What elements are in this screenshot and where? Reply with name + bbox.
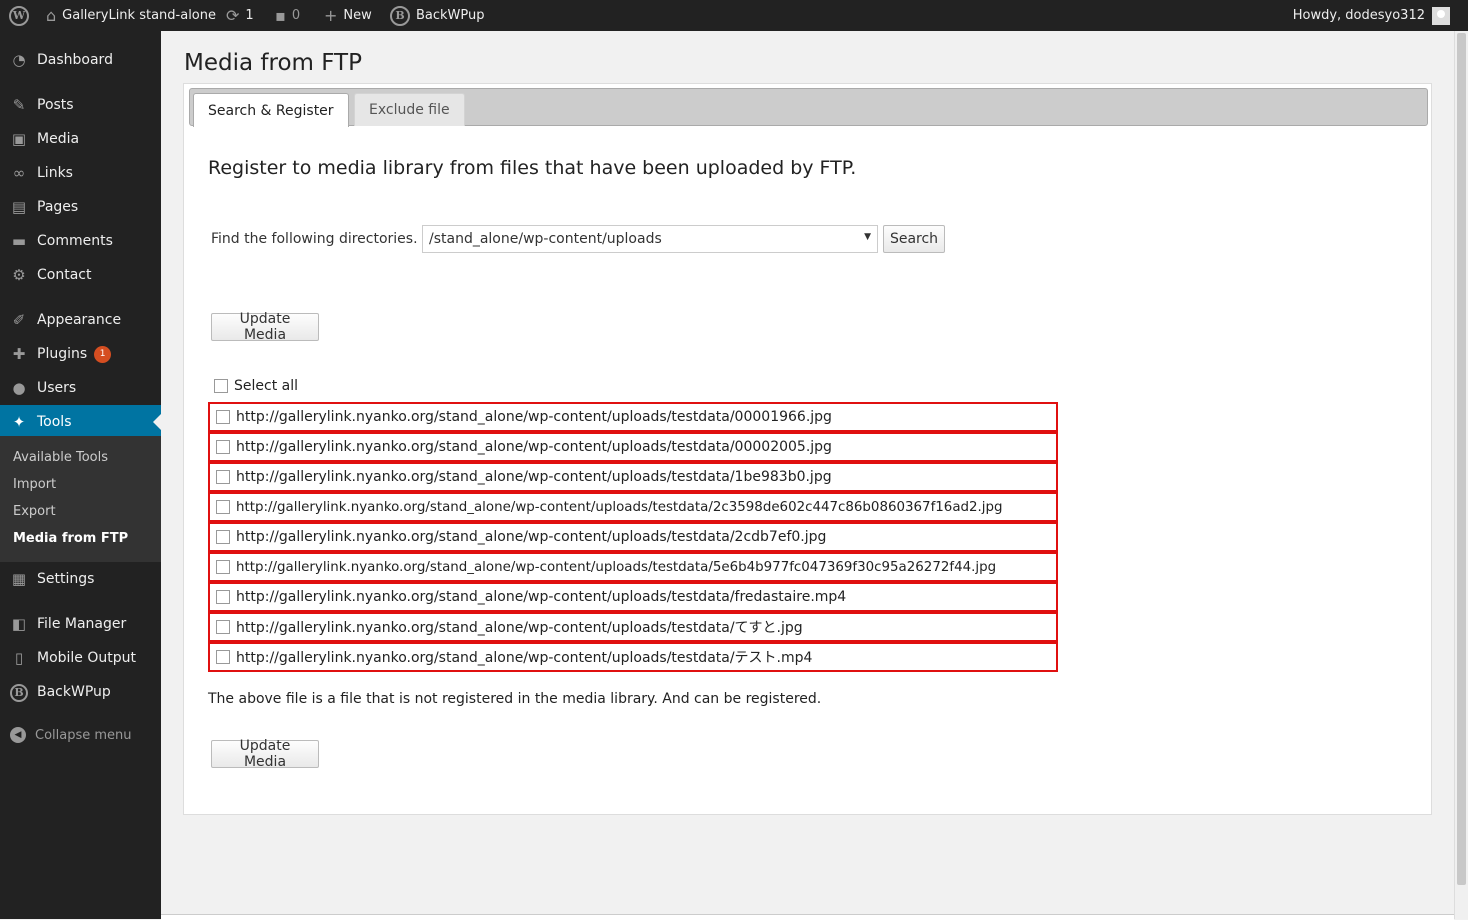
file-url: http://gallerylink.nyanko.org/stand_alon… <box>236 650 813 666</box>
update-media-button-bottom[interactable]: Update Media <box>211 738 319 770</box>
file-url: http://gallerylink.nyanko.org/stand_alon… <box>236 620 803 636</box>
wrench-icon: ✦ <box>12 413 26 431</box>
backwpup-link[interactable]: B BackWPup <box>390 0 485 31</box>
link-icon: ∞ <box>12 164 26 182</box>
page-title: Media from FTP <box>184 50 362 76</box>
file-url: http://gallerylink.nyanko.org/stand_alon… <box>236 439 832 455</box>
update-media-button-top[interactable]: Update Media <box>211 311 319 343</box>
backwpup-icon: B <box>10 682 28 702</box>
sidebar-item-media[interactable]: ▣ Media <box>0 122 161 156</box>
file-row: http://gallerylink.nyanko.org/stand_alon… <box>208 582 1058 612</box>
submenu-available-tools[interactable]: Available Tools <box>13 450 108 465</box>
file-row: http://gallerylink.nyanko.org/stand_alon… <box>208 402 1058 432</box>
tab-search-register[interactable]: Search & Register <box>193 93 349 127</box>
collapse-menu-button[interactable]: ◀ Collapse menu <box>10 727 132 743</box>
site-name-link[interactable]: ⌂ GalleryLink stand-alone <box>46 0 216 31</box>
comments-link[interactable]: ▪ 0 <box>275 0 300 31</box>
sidebar-item-mobile-output[interactable]: ▯ Mobile Output <box>0 641 161 675</box>
select-all-row: Select all <box>214 378 298 394</box>
sidebar-item-posts[interactable]: ✎ Posts <box>0 88 161 122</box>
sidebar-item-contact[interactable]: ⚙ Contact <box>0 258 161 292</box>
admin-bar: W ⌂ GalleryLink stand-alone ⟳ 1 ▪ 0 + Ne… <box>0 0 1468 31</box>
file-checkbox[interactable] <box>216 530 230 544</box>
sidebar-item-settings[interactable]: ▦ Settings <box>0 562 161 596</box>
user-icon: ● <box>12 379 26 397</box>
file-url: http://gallerylink.nyanko.org/stand_alon… <box>236 469 832 485</box>
search-button[interactable]: Search <box>883 225 945 253</box>
pin-icon: ✎ <box>12 96 26 114</box>
file-row: http://gallerylink.nyanko.org/stand_alon… <box>208 522 1058 552</box>
file-url: http://gallerylink.nyanko.org/stand_alon… <box>236 499 1003 515</box>
sidebar-item-file-manager[interactable]: ◧ File Manager <box>0 607 161 641</box>
file-url: http://gallerylink.nyanko.org/stand_alon… <box>236 559 997 575</box>
file-checkbox[interactable] <box>216 560 230 574</box>
file-row: http://gallerylink.nyanko.org/stand_alon… <box>208 432 1058 462</box>
brush-icon: ✐ <box>12 311 26 329</box>
updates-link[interactable]: ⟳ 1 <box>226 0 254 31</box>
tab-exclude-file[interactable]: Exclude file <box>354 93 465 126</box>
file-row: http://gallerylink.nyanko.org/stand_alon… <box>208 462 1058 492</box>
page-scrollbar[interactable] <box>1454 31 1468 919</box>
file-row: http://gallerylink.nyanko.org/stand_alon… <box>208 642 1058 672</box>
sidebar-item-comments[interactable]: ▬ Comments <box>0 224 161 258</box>
plus-icon: + <box>324 6 338 25</box>
sidebar-item-backwpup[interactable]: B BackWPup <box>0 675 161 709</box>
plugins-update-badge: 1 <box>94 345 112 363</box>
file-url: http://gallerylink.nyanko.org/stand_alon… <box>236 409 832 425</box>
file-checkbox[interactable] <box>216 440 230 454</box>
sidebar-item-users[interactable]: ● Users <box>0 371 161 405</box>
comment-icon: ▬ <box>11 232 27 250</box>
file-row: http://gallerylink.nyanko.org/stand_alon… <box>208 492 1058 522</box>
file-checkbox[interactable] <box>216 470 230 484</box>
directory-select[interactable]: /stand_alone/wp-content/uploads ▼ <box>422 225 878 253</box>
admin-sidebar: ◔ Dashboard ✎ Posts ▣ Media ∞ Links ▤ Pa… <box>0 31 161 919</box>
sidebar-item-dashboard[interactable]: ◔ Dashboard <box>0 43 161 77</box>
comment-icon: ▪ <box>275 6 286 25</box>
refresh-icon: ⟳ <box>226 6 240 25</box>
plugin-panel: Search & Register Exclude file Register … <box>183 83 1432 815</box>
sidebar-item-plugins[interactable]: ✚ Plugins 1 <box>0 337 161 371</box>
submenu-export[interactable]: Export <box>13 504 56 519</box>
pages-icon: ▤ <box>11 198 27 216</box>
sidebar-item-tools[interactable]: ✦ Tools <box>0 405 161 439</box>
submenu-media-from-ftp[interactable]: Media from FTP <box>13 531 128 546</box>
file-checkbox[interactable] <box>216 620 230 634</box>
submenu-import[interactable]: Import <box>13 477 56 492</box>
sidebar-item-pages[interactable]: ▤ Pages <box>0 190 161 224</box>
tools-submenu: Available Tools Import Export Media from… <box>0 436 161 562</box>
file-checkbox[interactable] <box>216 650 230 664</box>
file-checkbox[interactable] <box>216 500 230 514</box>
file-manager-icon: ◧ <box>11 615 27 633</box>
unregistered-note: The above file is a file that is not reg… <box>208 691 822 707</box>
dropdown-arrow-icon: ▼ <box>864 232 871 242</box>
file-checkbox[interactable] <box>216 590 230 604</box>
file-url: http://gallerylink.nyanko.org/stand_alon… <box>236 589 847 605</box>
intro-heading: Register to media library from files tha… <box>208 157 857 179</box>
file-row: http://gallerylink.nyanko.org/stand_alon… <box>208 612 1058 642</box>
backwpup-icon: B <box>390 5 410 26</box>
file-checkbox[interactable] <box>216 410 230 424</box>
find-directories-label: Find the following directories. <box>211 231 418 247</box>
wordpress-logo-icon[interactable]: W <box>9 0 29 31</box>
footer-strip <box>161 914 1454 920</box>
mobile-icon: ▯ <box>14 649 24 667</box>
file-row: http://gallerylink.nyanko.org/stand_alon… <box>208 552 1058 582</box>
new-content-link[interactable]: + New <box>324 0 372 31</box>
sidebar-item-links[interactable]: ∞ Links <box>0 156 161 190</box>
tab-bar: Search & Register Exclude file <box>189 88 1428 127</box>
collapse-arrow-icon: ◀ <box>10 727 26 743</box>
avatar <box>1432 6 1450 25</box>
user-account-menu[interactable]: Howdy, dodesyo312 <box>1293 0 1450 31</box>
select-all-checkbox[interactable] <box>214 379 228 393</box>
sidebar-item-appearance[interactable]: ✐ Appearance <box>0 303 161 337</box>
file-url: http://gallerylink.nyanko.org/stand_alon… <box>236 529 827 545</box>
media-icon: ▣ <box>11 130 27 148</box>
plug-icon: ✚ <box>12 345 26 363</box>
home-icon: ⌂ <box>46 6 57 25</box>
scrollbar-thumb[interactable] <box>1457 33 1466 885</box>
dashboard-icon: ◔ <box>12 51 26 69</box>
sliders-icon: ▦ <box>11 570 27 588</box>
gear-icon: ⚙ <box>12 266 26 284</box>
